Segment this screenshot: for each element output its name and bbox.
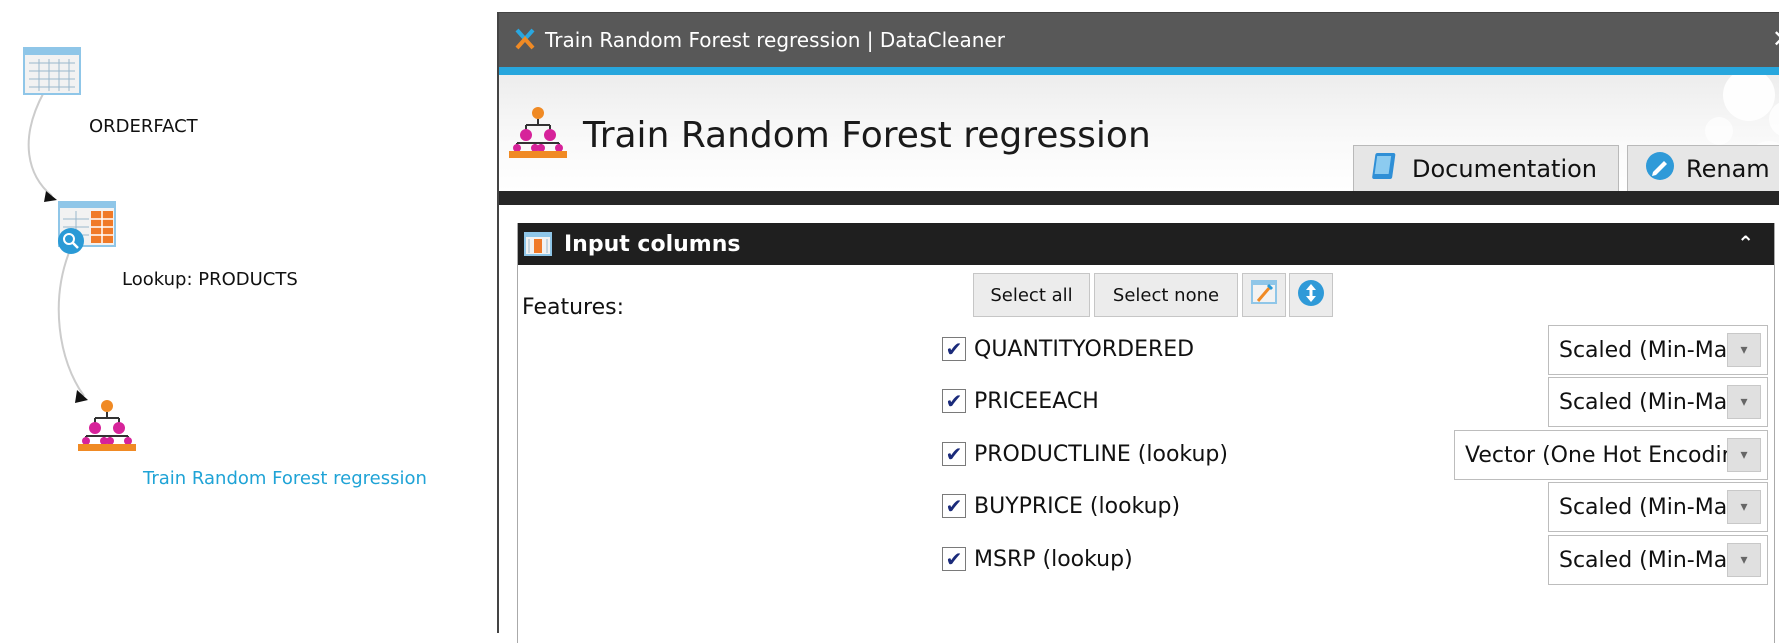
feature-checkbox[interactable]: ✔ (942, 389, 966, 413)
select-all-button[interactable]: Select all (973, 273, 1090, 317)
random-forest-icon[interactable] (78, 398, 136, 457)
feature-column-name: QUANTITYORDERED (974, 337, 1195, 362)
documentation-button[interactable]: Documentation (1353, 145, 1619, 193)
feature-row: ✔ MSRP (lookup) Scaled (Min-Max) ▾ (518, 533, 1774, 585)
book-icon (1370, 150, 1402, 188)
feature-column-name: MSRP (lookup) (974, 547, 1133, 572)
table-lookup-icon[interactable] (57, 201, 119, 262)
datacleaner-app-icon (514, 26, 536, 57)
features-label: Features: (522, 295, 625, 320)
input-columns-header[interactable]: Input columns ⌃ (518, 223, 1774, 265)
reorder-columns-button[interactable] (1289, 273, 1333, 317)
feature-column-name: PRICEEACH (974, 389, 1099, 414)
window-title: Train Random Forest regression | DataCle… (545, 28, 1005, 52)
select-none-button[interactable]: Select none (1094, 273, 1238, 317)
node-label-lookup-products[interactable]: Lookup: PRODUCTS (122, 269, 298, 290)
feature-row: ✔ PRICEEACH Scaled (Min-Max) ▾ (518, 375, 1774, 427)
feature-row: ✔ QUANTITYORDERED Scaled (Min-Max) ▾ (518, 323, 1774, 375)
rename-button[interactable]: Renam (1627, 145, 1779, 193)
feature-checkbox[interactable]: ✔ (942, 337, 966, 361)
scaling-select-value: Scaled (Min-Max) (1559, 548, 1749, 573)
chevron-down-icon[interactable]: ▾ (1727, 385, 1761, 419)
window-titlebar[interactable]: Train Random Forest regression | DataCle… (499, 13, 1779, 67)
expression-column-button[interactable] (1242, 273, 1286, 317)
dialog-header: Train Random Forest regression Documenta… (499, 75, 1779, 193)
scaling-select[interactable]: Vector (One Hot Encoding) ▾ (1454, 430, 1768, 480)
component-dialog: Train Random Forest regression | DataCle… (497, 12, 1779, 643)
node-label-train-random-forest[interactable]: Train Random Forest regression (143, 468, 427, 489)
feature-checkbox[interactable]: ✔ (942, 494, 966, 518)
node-label-orderfact[interactable]: ORDERFACT (89, 116, 198, 137)
scaling-select[interactable]: Scaled (Min-Max) ▾ (1548, 535, 1768, 585)
scaling-select[interactable]: Scaled (Min-Max) ▾ (1548, 482, 1768, 532)
feature-column-name: PRODUCTLINE (lookup) (974, 442, 1228, 467)
input-columns-title: Input columns (564, 232, 741, 257)
random-forest-header-icon (509, 105, 567, 164)
header-separator (499, 191, 1779, 205)
feature-row: ✔ PRODUCTLINE (lookup) Vector (One Hot Enc… (518, 428, 1774, 480)
scaling-select-value: Scaled (Min-Max) (1559, 390, 1749, 415)
expression-icon (1250, 279, 1278, 312)
reorder-icon (1296, 278, 1326, 313)
accent-bar (499, 67, 1779, 75)
feature-checkbox[interactable]: ✔ (942, 442, 966, 466)
chevron-down-icon[interactable]: ▾ (1727, 333, 1761, 367)
feature-row: ✔ BUYPRICE (lookup) Scaled (Min-Max) ▾ (518, 480, 1774, 532)
collapse-icon[interactable]: ⌃ (1737, 231, 1754, 255)
scaling-select[interactable]: Scaled (Min-Max) ▾ (1548, 325, 1768, 375)
chevron-down-icon[interactable]: ▾ (1727, 438, 1761, 472)
close-icon[interactable]: ✕ (1772, 25, 1779, 53)
scaling-select-value: Scaled (Min-Max) (1559, 495, 1749, 520)
feature-checkbox[interactable]: ✔ (942, 547, 966, 571)
chevron-down-icon[interactable]: ▾ (1727, 543, 1761, 577)
feature-column-name: BUYPRICE (lookup) (974, 494, 1181, 519)
scaling-select[interactable]: Scaled (Min-Max) ▾ (1548, 377, 1768, 427)
scaling-select-value: Vector (One Hot Encoding) (1465, 443, 1759, 468)
chevron-down-icon[interactable]: ▾ (1727, 490, 1761, 524)
component-title: Train Random Forest regression (583, 115, 1151, 156)
input-columns-panel: Input columns ⌃ Features: Select all Sel… (517, 223, 1775, 643)
columns-icon (524, 232, 552, 262)
pencil-icon (1644, 150, 1676, 188)
table-icon[interactable] (23, 47, 81, 100)
scaling-select-value: Scaled (Min-Max) (1559, 338, 1749, 363)
job-graph-canvas[interactable]: ORDERFACT Lookup: PRODUCTS Train Random … (0, 0, 497, 614)
